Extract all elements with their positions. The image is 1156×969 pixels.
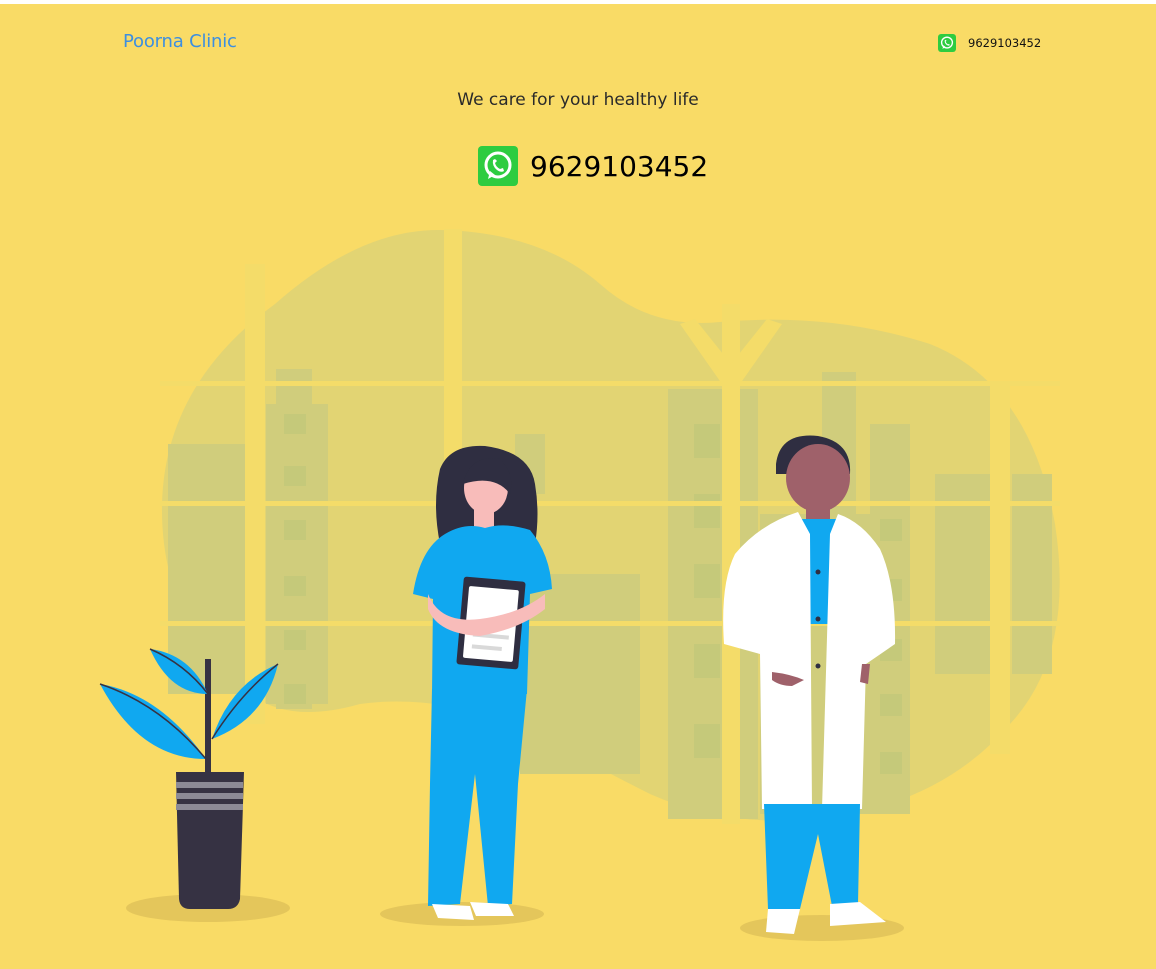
doctors-illustration — [99, 229, 1060, 941]
potted-plant — [99, 648, 279, 909]
landing-page: Poorna Clinic 9629103452 We care for you… — [0, 4, 1156, 969]
